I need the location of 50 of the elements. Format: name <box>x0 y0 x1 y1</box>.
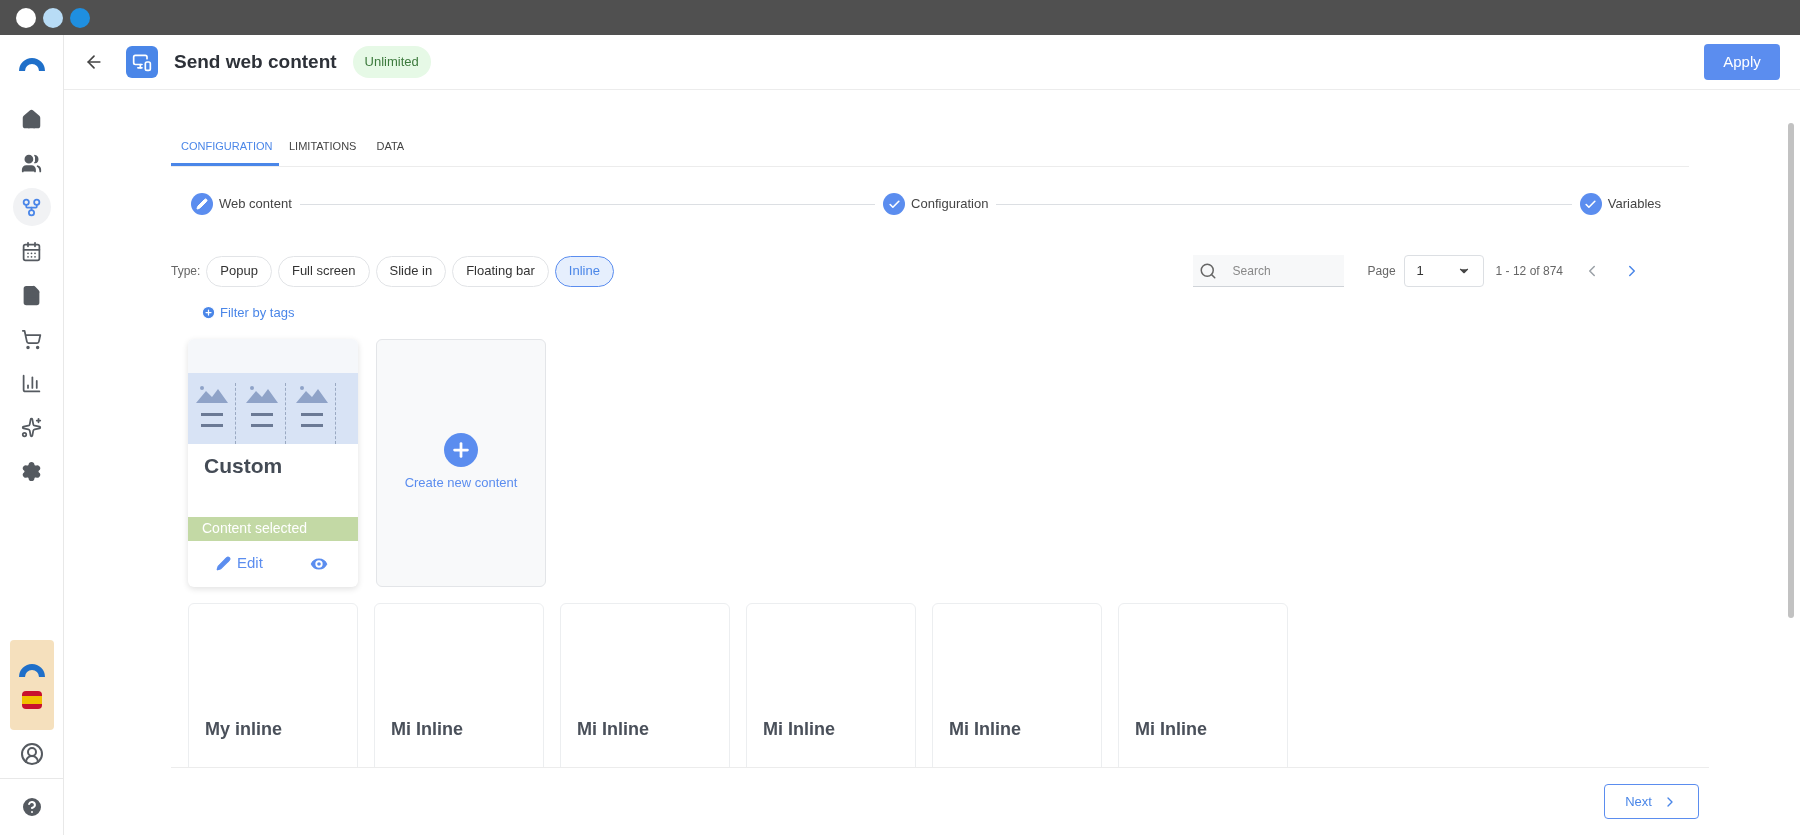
card-title: My inline <box>205 717 283 741</box>
edit-step-icon <box>191 193 213 215</box>
search-field[interactable]: Search <box>1192 255 1344 287</box>
pencil-icon <box>216 556 231 571</box>
branch-icon[interactable] <box>12 188 51 226</box>
card-title: Mi Inline <box>763 717 836 741</box>
close-window-button[interactable] <box>16 7 36 28</box>
check-step-icon <box>883 193 906 215</box>
page-select[interactable]: 1 <box>1403 255 1484 287</box>
scrollbar-thumb[interactable] <box>1788 123 1794 618</box>
step-label: Web content <box>219 195 292 214</box>
page-range: 1 - 12 of 874 <box>1495 263 1563 280</box>
filter-by-tags-link[interactable]: Filter by tags <box>201 303 295 323</box>
type-chip[interactable]: Floating bar <box>452 255 549 287</box>
card-title: Custom <box>203 452 284 479</box>
plus-circle-icon <box>201 305 216 321</box>
workspace-panel[interactable] <box>9 640 54 730</box>
user-icon[interactable] <box>19 742 44 766</box>
content-card[interactable]: Mi Inline <box>1118 602 1288 767</box>
page-label: Page <box>1367 263 1396 280</box>
plan-badge: Unlimited <box>352 46 431 78</box>
content-card[interactable]: My inline <box>188 602 358 767</box>
card-title: Mi Inline <box>949 717 1022 741</box>
type-chip[interactable]: Popup <box>206 255 272 287</box>
step-label: Configuration <box>911 195 989 214</box>
check-step-icon <box>1579 193 1602 215</box>
tab[interactable]: CONFIGURATION <box>171 130 279 166</box>
content-card[interactable]: Mi Inline <box>932 602 1102 767</box>
selected-status: Content selected <box>188 516 358 541</box>
flag-icon <box>21 691 42 709</box>
type-label: Type: <box>171 263 201 280</box>
minimize-window-button[interactable] <box>43 7 63 28</box>
type-chip[interactable]: Full screen <box>277 255 370 287</box>
brand-logo <box>16 661 47 677</box>
card-title: Mi Inline <box>577 717 650 741</box>
content-card[interactable]: Custom Content selected Edit <box>188 338 358 587</box>
content-card[interactable]: Mi Inline <box>560 602 730 767</box>
card-title: Mi Inline <box>1135 717 1208 741</box>
content-card[interactable]: Mi Inline <box>374 602 544 767</box>
content-card[interactable]: Mi Inline <box>746 602 916 767</box>
tab[interactable]: LIMITATIONS <box>279 130 367 166</box>
plus-icon <box>444 432 478 467</box>
search-icon <box>1198 262 1217 280</box>
step-label: Variables <box>1607 195 1661 214</box>
next-button[interactable]: Next <box>1604 784 1699 819</box>
tab[interactable]: DATA <box>366 130 415 166</box>
card-title: Mi Inline <box>391 717 464 741</box>
type-chip[interactable]: Slide in <box>375 255 447 287</box>
page-title: Send web content <box>174 49 337 74</box>
web-content-icon <box>126 46 158 78</box>
